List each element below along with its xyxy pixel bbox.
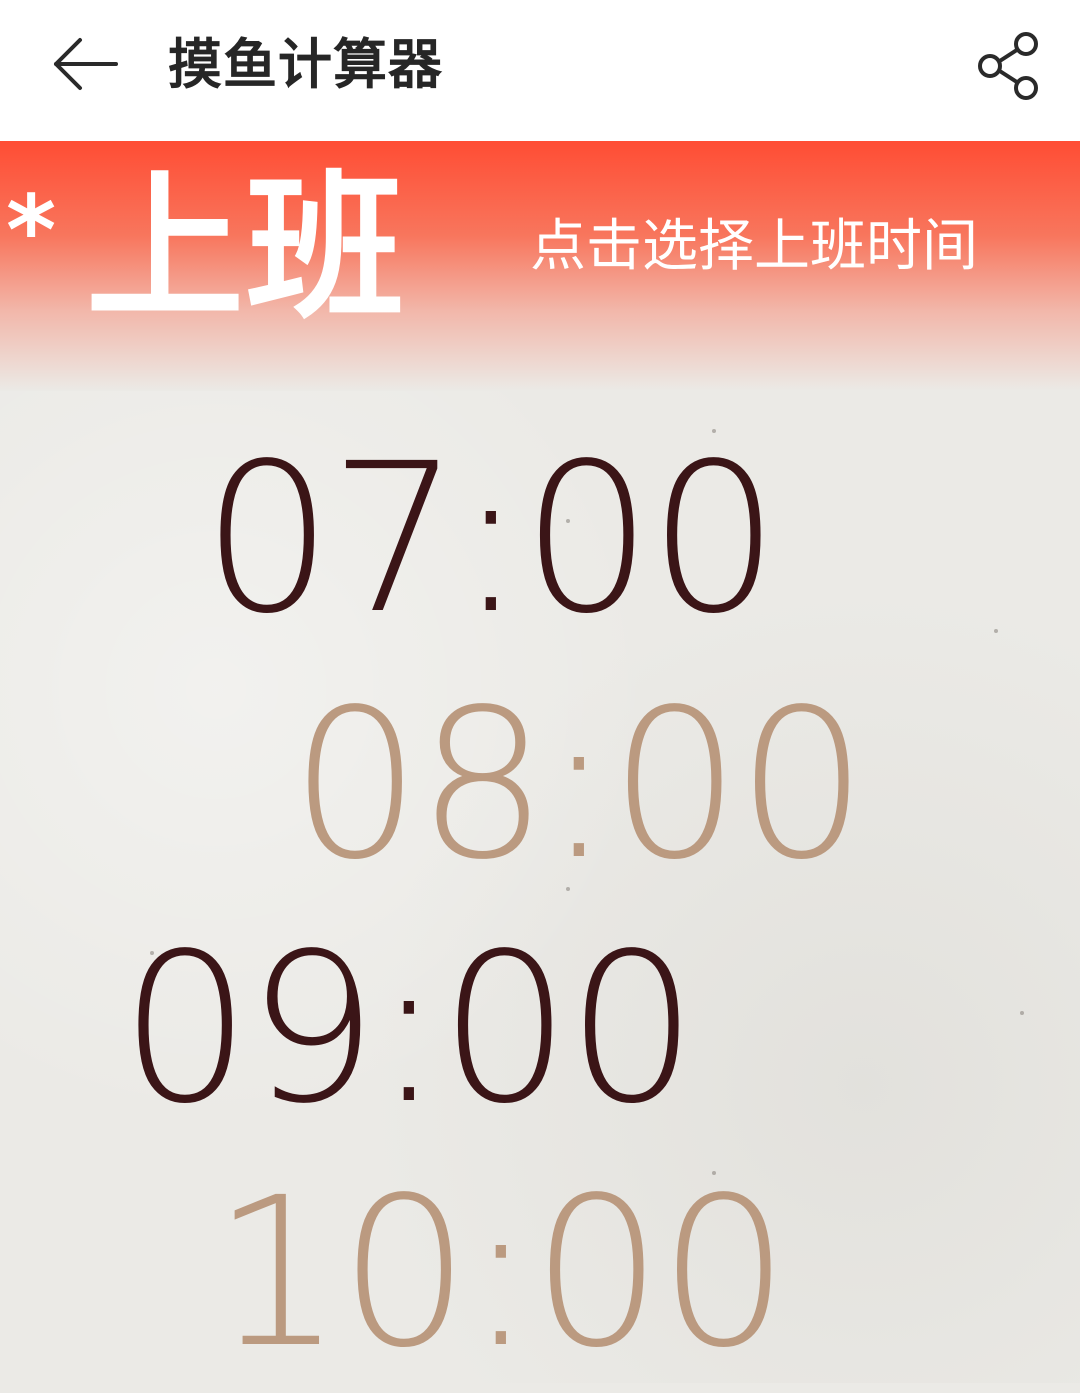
shift-banner: * 上班 点击选择上班时间	[0, 141, 1080, 391]
paper-speck	[1020, 1011, 1024, 1015]
arrow-left-icon	[54, 38, 118, 90]
page-title: 摸鱼计算器	[168, 33, 443, 96]
top-app-bar: 摸鱼计算器	[0, 0, 1080, 141]
time-option-1000[interactable]: 10:00	[212, 1170, 790, 1376]
share-icon	[978, 32, 1038, 100]
back-button[interactable]	[44, 26, 124, 102]
share-button[interactable]	[966, 24, 1052, 108]
required-mark: *	[6, 175, 57, 287]
paper-speck	[994, 629, 998, 633]
time-option-0700[interactable]: 07:00	[202, 436, 780, 642]
time-option-0800[interactable]: 08:00	[290, 682, 868, 888]
banner-title: 上班	[86, 157, 406, 341]
time-option-0900[interactable]: 09:00	[120, 926, 698, 1132]
select-time-hint[interactable]: 点击选择上班时间	[530, 211, 978, 283]
